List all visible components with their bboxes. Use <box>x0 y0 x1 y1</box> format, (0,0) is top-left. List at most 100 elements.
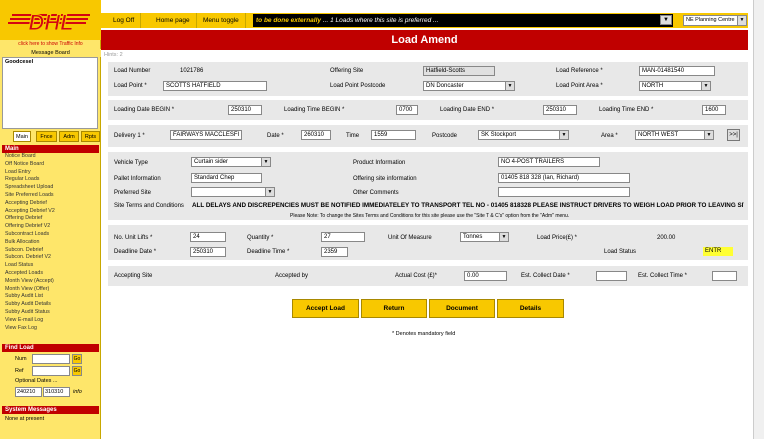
menu-item[interactable]: View E-mail Log <box>2 317 99 325</box>
menu-item[interactable]: Load Status <box>2 262 99 270</box>
accepting-site-label: Accepting Site <box>114 273 153 279</box>
load-point-input[interactable]: SCOTTS HATFIELD <box>163 81 267 91</box>
find-num-label: Num <box>15 356 27 362</box>
menu-item[interactable]: Subcontract Loads <box>2 231 99 239</box>
load-point-area-select[interactable]: NORTH ▼ <box>639 81 711 91</box>
find-ref-input[interactable] <box>32 366 70 376</box>
menu-item[interactable]: Spreadsheet Upload <box>2 184 99 192</box>
delivery-date-label: Date * <box>267 133 284 139</box>
chevron-down-icon: ▼ <box>737 16 746 25</box>
load-price-value: 200.00 <box>657 235 676 241</box>
load-status-label: Load Status <box>604 249 637 255</box>
menu-item[interactable]: Accepting Debrief V2 <box>2 208 99 216</box>
planning-centre-select[interactable]: NE Planning Centre ▼ <box>683 15 747 26</box>
offering-site-label: Offering Site <box>330 68 364 74</box>
find-num-input[interactable] <box>32 354 70 364</box>
system-messages-text: None at present <box>5 416 45 422</box>
find-load-title: Find Load <box>2 344 99 352</box>
menu-item[interactable]: Offering Debrief V2 <box>2 223 99 231</box>
menu-item[interactable]: Month View (Offer) <box>2 286 99 294</box>
tab-reports[interactable]: Rpts <box>81 131 100 142</box>
menu-item[interactable]: View Fax Log <box>2 325 99 333</box>
home-page-link[interactable]: Home page <box>150 13 197 28</box>
menu-item[interactable]: Site Preferred Loads <box>2 192 99 200</box>
loading-time-end-input[interactable]: 1600 <box>702 105 726 115</box>
delivery-time-input[interactable]: 1559 <box>371 130 416 140</box>
quantity-label: Quantity * <box>247 235 274 241</box>
find-ref-go-button[interactable]: Go <box>72 366 82 376</box>
loading-date-end-input[interactable]: 250310 <box>543 105 577 115</box>
menu-item[interactable]: Subby Audit Details <box>2 301 99 309</box>
offering-site-info-input[interactable]: 01405 818 328 (Ian, Richard) <box>498 173 630 183</box>
menu-item[interactable]: Subby Audit Status <box>2 309 99 317</box>
unit-lifts-label: No. Unit Lifts * <box>114 235 153 241</box>
dhl-logo: DHL <box>0 0 101 40</box>
quantity-input[interactable]: 27 <box>321 232 365 242</box>
tab-main[interactable]: Main <box>13 131 31 142</box>
menu-item[interactable]: Offering Debrief <box>2 215 99 223</box>
next-delivery-button[interactable]: >>| <box>727 129 740 141</box>
vehicle-type-value: Curtain sider <box>194 159 229 165</box>
unit-lifts-input[interactable]: 24 <box>190 232 226 242</box>
tab-admin[interactable]: Adm <box>59 131 79 142</box>
unit-of-measure-value: Tonnes <box>463 234 483 240</box>
deadline-date-input[interactable]: 250310 <box>190 247 226 257</box>
find-num-go-button[interactable]: Go <box>72 354 82 364</box>
menu-item[interactable]: Load Entry <box>2 169 99 177</box>
menu-item[interactable]: Off Notice Board <box>2 161 99 169</box>
chevron-down-icon: ▼ <box>701 82 710 90</box>
date-from-input[interactable]: 240210 <box>15 387 42 397</box>
est-collect-time-input[interactable] <box>712 271 737 281</box>
vertical-scrollbar[interactable] <box>753 0 764 439</box>
loading-date-begin-input[interactable]: 250310 <box>228 105 262 115</box>
return-button[interactable]: Return <box>361 299 427 318</box>
ticker-dropdown[interactable]: ▼ <box>660 15 672 25</box>
accepted-by-label: Accepted by <box>275 273 309 279</box>
document-button[interactable]: Document <box>429 299 495 318</box>
details-button[interactable]: Details <box>497 299 564 318</box>
date-info-link[interactable]: info <box>73 387 82 397</box>
actual-cost-input[interactable]: 0.00 <box>464 271 507 281</box>
menu-toggle-link[interactable]: Menu toggle <box>197 13 246 28</box>
load-point-postcode-select[interactable]: DN Doncaster ▼ <box>423 81 515 91</box>
tab-finance[interactable]: Fnce <box>36 131 57 142</box>
est-collect-date-input[interactable] <box>596 271 627 281</box>
menu-item[interactable]: Subby Audit List <box>2 293 99 301</box>
date-to-input[interactable]: 310310 <box>43 387 70 397</box>
deadline-time-input[interactable]: 2359 <box>321 247 348 257</box>
preferred-site-select[interactable]: ▼ <box>191 187 275 197</box>
menu-item[interactable]: Regular Loads <box>2 176 99 184</box>
menu-item[interactable]: Bulk Allocation <box>2 239 99 247</box>
main-menu: Notice Board Off Notice Board Load Entry Re… <box>2 153 99 332</box>
load-point-label: Load Point * <box>114 83 147 89</box>
delivery-input[interactable]: FAIRWAYS MACCLESFI <box>170 130 242 140</box>
delivery-date-input[interactable]: 260310 <box>301 130 331 140</box>
pallet-info-input[interactable]: Standard Chep <box>191 173 262 183</box>
delivery-postcode-value: SK Stockport <box>481 132 517 138</box>
load-reference-input[interactable]: MAN-01481540 <box>639 66 715 76</box>
other-comments-input[interactable] <box>498 187 630 197</box>
message-board: Goodcesel <box>2 57 98 129</box>
delivery-area-select[interactable]: NORTH WEST ▼ <box>635 130 714 140</box>
delivery-time-label: Time <box>346 133 360 139</box>
page-title: Load Amend <box>101 30 748 50</box>
menu-item[interactable]: Subcon. Debrief <box>2 247 99 255</box>
delivery-postcode-select[interactable]: SK Stockport ▼ <box>478 130 569 140</box>
chevron-down-icon: ▼ <box>559 131 568 139</box>
product-info-input[interactable]: NO 4-POST TRAILERS <box>498 157 600 167</box>
loading-time-end-label: Loading Time END * <box>599 107 654 113</box>
menu-item[interactable]: Month View (Accept) <box>2 278 99 286</box>
unit-of-measure-select[interactable]: Tonnes ▼ <box>460 232 509 242</box>
menu-item[interactable]: Accepting Debrief <box>2 200 99 208</box>
menu-item[interactable]: Notice Board <box>2 153 99 161</box>
load-status-badge: ENTR <box>703 247 733 256</box>
menu-item[interactable]: Subcon. Debrief V2 <box>2 254 99 262</box>
loading-time-begin-label: Loading Time BEGIN * <box>284 107 345 113</box>
accept-load-button[interactable]: Accept Load <box>292 299 359 318</box>
loading-time-begin-input[interactable]: 0700 <box>396 105 418 115</box>
menu-item[interactable]: Accepted Loads <box>2 270 99 278</box>
message-board-title: Message Board <box>0 49 101 57</box>
vehicle-type-select[interactable]: Curtain sider ▼ <box>191 157 271 167</box>
logoff-link[interactable]: Log Off <box>107 13 142 28</box>
traffic-info-link[interactable]: click here to show Traffic Info <box>0 40 101 49</box>
